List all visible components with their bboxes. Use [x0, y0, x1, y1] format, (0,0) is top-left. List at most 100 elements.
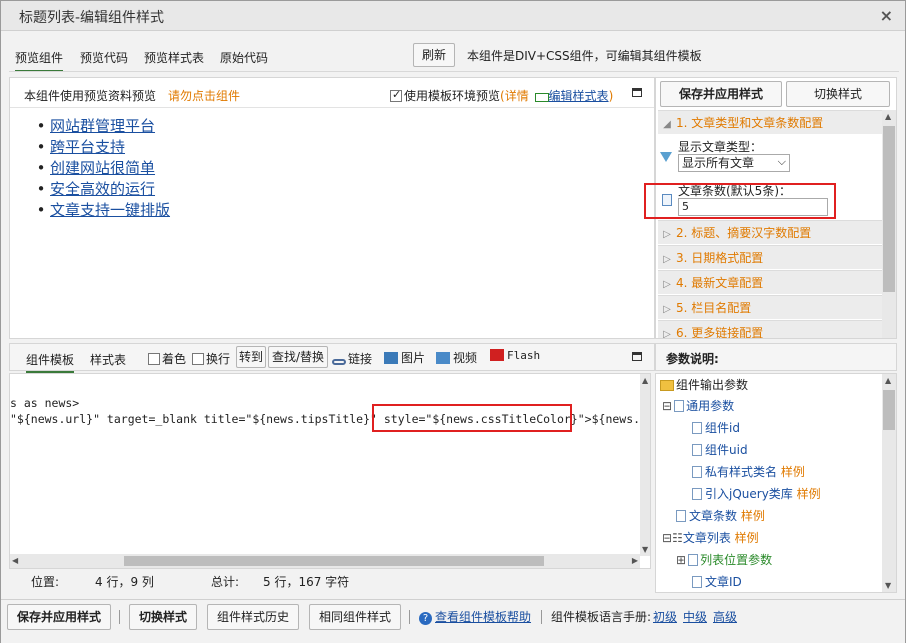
- maximize-editor-icon[interactable]: [632, 352, 642, 361]
- use-template-env-checkbox[interactable]: ✓: [390, 88, 402, 102]
- example-link[interactable]: 样例: [741, 509, 765, 523]
- list-item[interactable]: 创建网站很简单: [32, 158, 170, 179]
- scroll-down-icon[interactable]: ▼: [885, 581, 891, 590]
- params-scrollbar[interactable]: ▲ ▼: [882, 374, 896, 592]
- color-label: 着色: [162, 352, 187, 366]
- code-hscrollbar[interactable]: ◀ ▶: [10, 554, 640, 568]
- tree-label: 引入jQuery类库: [705, 487, 793, 501]
- config-section-title-length[interactable]: ▷ 2. 标题、摘要汉字数配置: [658, 220, 882, 244]
- example-link[interactable]: 样例: [797, 487, 821, 501]
- article-type-body: 显示文章类型： 显示所有文章 ⌵ 文章条数(默认5条)： 5: [644, 134, 882, 230]
- preview-list: 网站群管理平台 跨平台支持 创建网站很简单 安全高效的运行 文章支持一键排版: [32, 116, 170, 221]
- tree-label: 文章ID: [705, 575, 742, 589]
- article-type-select[interactable]: 显示所有文章 ⌵: [678, 154, 790, 172]
- list-item[interactable]: 网站群管理平台: [32, 116, 170, 137]
- expand-icon[interactable]: ⊞: [676, 553, 686, 567]
- divider: [119, 610, 120, 624]
- collapse-icon[interactable]: ⊟: [662, 531, 672, 545]
- help-link[interactable]: ? 查看组件模板帮助: [419, 608, 531, 625]
- refresh-button[interactable]: 刷新: [413, 43, 455, 67]
- edit-stylesheet-link[interactable]: 编辑样式表: [549, 89, 609, 103]
- tree-label: 通用参数: [686, 399, 735, 413]
- save-apply-style-button[interactable]: 保存并应用样式: [660, 81, 782, 107]
- section-label: 5. 栏目名配置: [676, 301, 752, 315]
- page-icon: [692, 488, 702, 500]
- manual-adv-link[interactable]: 高级: [713, 608, 737, 625]
- list-icon: ☷: [672, 531, 683, 545]
- wrap-checkbox[interactable]: [192, 353, 204, 365]
- scroll-left-icon[interactable]: ◀: [12, 556, 18, 565]
- color-toggle[interactable]: 着色: [148, 350, 186, 367]
- tree-label: 列表位置参数: [700, 553, 773, 567]
- tab-preview-stylesheet[interactable]: 预览样式表: [144, 49, 204, 66]
- tab-component-template[interactable]: 组件模板: [26, 351, 75, 373]
- divider: [409, 610, 410, 624]
- example-link[interactable]: 样例: [735, 531, 759, 545]
- config-section-latest[interactable]: ▷ 4. 最新文章配置: [658, 270, 882, 294]
- manual-basic-link[interactable]: 初级: [653, 608, 677, 625]
- config-section-column-name[interactable]: ▷ 5. 栏目名配置: [658, 295, 882, 319]
- list-item[interactable]: 文章支持一键排版: [32, 200, 170, 221]
- close-icon[interactable]: ×: [880, 6, 893, 25]
- tree-node-list-position[interactable]: ⊞ 列表位置参数: [676, 551, 772, 568]
- section-label: 3. 日期格式配置: [676, 251, 764, 265]
- scroll-up-icon[interactable]: ▲: [885, 376, 891, 385]
- tree-node-article-id[interactable]: 文章ID: [692, 573, 742, 590]
- use-template-env[interactable]: ✓ 使用模板环境预览(详情 编辑样式表): [390, 87, 613, 104]
- wrap-toggle[interactable]: 换行: [192, 350, 230, 367]
- goto-button[interactable]: 转到: [236, 346, 266, 368]
- preview-warning: 请勿点击组件: [168, 89, 241, 103]
- link-button[interactable]: 链接: [332, 350, 372, 367]
- tab-raw-code[interactable]: 原始代码: [220, 49, 268, 66]
- page-icon: [676, 510, 686, 522]
- collapse-icon[interactable]: ⊟: [662, 399, 672, 413]
- video-button[interactable]: 视频: [436, 349, 477, 366]
- tab-preview-code[interactable]: 预览代码: [80, 49, 128, 66]
- list-item[interactable]: 安全高效的运行: [32, 179, 170, 200]
- detail-link[interactable]: 详情: [505, 89, 529, 103]
- list-item[interactable]: 跨平台支持: [32, 137, 170, 158]
- config-scroll-thumb[interactable]: [883, 126, 895, 292]
- color-checkbox[interactable]: [148, 353, 160, 365]
- total-label: 总计:: [211, 575, 240, 589]
- style-history-button[interactable]: 组件样式历史: [207, 604, 299, 630]
- bottom-switch-style-button[interactable]: 切换样式: [129, 604, 197, 630]
- tree-node-jquery[interactable]: 引入jQuery类库 样例: [692, 485, 821, 502]
- switch-style-button[interactable]: 切换样式: [786, 81, 890, 107]
- tree-node-root[interactable]: 组件输出参数: [660, 376, 748, 393]
- tree-node-private-class[interactable]: 私有样式类名 样例: [692, 463, 805, 480]
- tree-node-article-list[interactable]: ⊟☷文章列表 样例: [662, 529, 759, 546]
- link-label: 链接: [348, 352, 373, 366]
- folder-icon: [660, 380, 674, 391]
- find-replace-button[interactable]: 查找/替换: [268, 346, 328, 368]
- tab-preview-component[interactable]: 预览组件: [15, 49, 64, 72]
- scroll-up-icon[interactable]: ▲: [885, 112, 891, 121]
- chevron-right-icon: ▷: [663, 229, 671, 240]
- tree-node-article-count[interactable]: 文章条数 样例: [676, 507, 765, 524]
- code-editor[interactable]: s as news> "${news.url}" target=_blank t…: [9, 373, 651, 569]
- code-hscroll-thumb[interactable]: [124, 556, 544, 566]
- tree-node-general[interactable]: ⊟ 通用参数: [662, 397, 734, 414]
- config-scrollbar[interactable]: ▲: [882, 110, 896, 338]
- bottom-save-apply-button[interactable]: 保存并应用样式: [7, 604, 111, 630]
- maximize-preview-icon[interactable]: [632, 88, 642, 97]
- flash-button[interactable]: Flash: [490, 349, 540, 362]
- params-scroll-thumb[interactable]: [883, 390, 895, 430]
- scroll-up-icon[interactable]: ▲: [642, 376, 648, 385]
- highlight-box-css-title-color: [372, 404, 572, 432]
- config-section-article-type[interactable]: ◢ 1. 文章类型和文章条数配置: [658, 110, 882, 134]
- scroll-right-icon[interactable]: ▶: [632, 556, 638, 565]
- params-title: 参数说明:: [666, 352, 719, 366]
- example-link[interactable]: 样例: [781, 465, 805, 479]
- same-component-style-button[interactable]: 相同组件样式: [309, 604, 401, 630]
- manual-mid-link[interactable]: 中级: [683, 608, 707, 625]
- image-button[interactable]: 图片: [384, 349, 425, 366]
- config-section-date-format[interactable]: ▷ 3. 日期格式配置: [658, 245, 882, 269]
- tree-label: 文章条数: [689, 509, 738, 523]
- tree-node-component-uid[interactable]: 组件uid: [692, 441, 748, 458]
- tab-stylesheet[interactable]: 样式表: [90, 351, 126, 368]
- scroll-down-icon[interactable]: ▼: [642, 545, 648, 554]
- tree-node-component-id[interactable]: 组件id: [692, 419, 740, 436]
- code-vscrollbar[interactable]: ▲ ▼: [640, 374, 650, 556]
- config-section-more-link[interactable]: ▷ 6. 更多链接配置: [658, 320, 882, 338]
